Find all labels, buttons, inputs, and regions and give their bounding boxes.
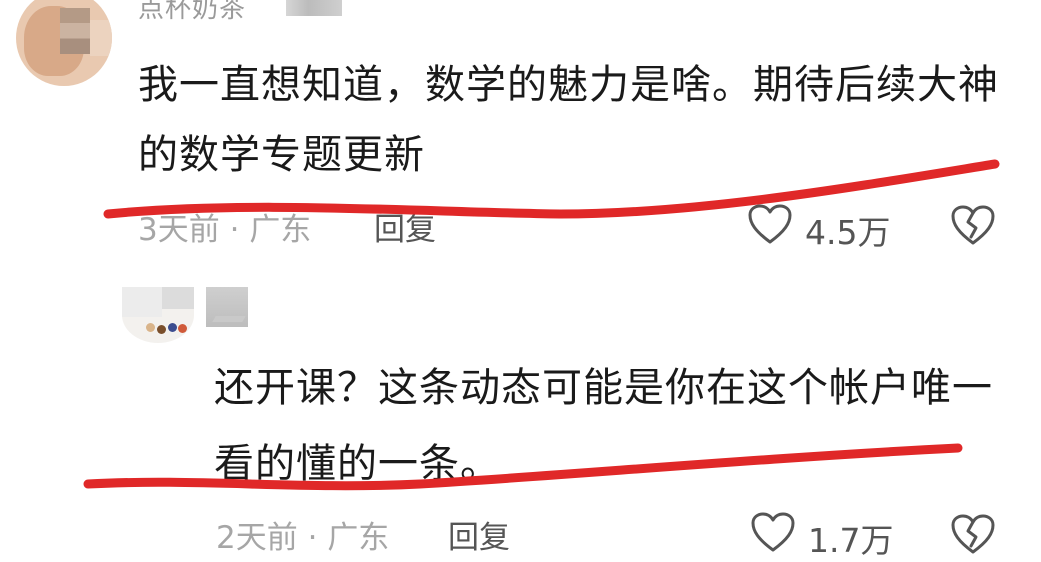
- reply-button[interactable]: 回复: [448, 512, 510, 557]
- broken-heart-icon: [951, 514, 995, 554]
- like-count: 1.7万: [808, 521, 894, 560]
- comment-time: 3天前: [138, 212, 220, 248]
- username-redaction-tail: [212, 316, 246, 322]
- like-button[interactable]: [747, 203, 793, 249]
- meta-separator: ·: [307, 520, 318, 556]
- comment-location: 广东: [327, 520, 390, 556]
- reply-button[interactable]: 回复: [374, 204, 436, 249]
- meta-separator: ·: [229, 212, 240, 248]
- comment-time: 2天前: [216, 520, 298, 556]
- comment-text: 还开课？这条动态可能是你在这个帐户唯一看的懂的一条。: [214, 365, 993, 487]
- comment-location: 广东: [249, 212, 312, 248]
- comment-meta: 2天前 · 广东: [216, 512, 389, 557]
- avatar[interactable]: [122, 287, 194, 343]
- username-redaction: [286, 0, 342, 16]
- username[interactable]: 点杯奶茶: [138, 0, 246, 25]
- avatar[interactable]: [16, 0, 112, 86]
- comment-meta: 3天前 · 广东: [138, 204, 311, 249]
- dislike-button[interactable]: [950, 204, 996, 250]
- heart-outline-icon: [748, 204, 792, 244]
- dislike-button[interactable]: [950, 513, 996, 559]
- like-button[interactable]: [750, 511, 796, 557]
- heart-outline-icon: [751, 512, 795, 552]
- broken-heart-icon: [951, 205, 995, 245]
- like-count: 4.5万: [805, 213, 891, 252]
- comment-text: 我一直想知道，数学的魅力是啥。期待后续大神的数学专题更新: [138, 62, 999, 178]
